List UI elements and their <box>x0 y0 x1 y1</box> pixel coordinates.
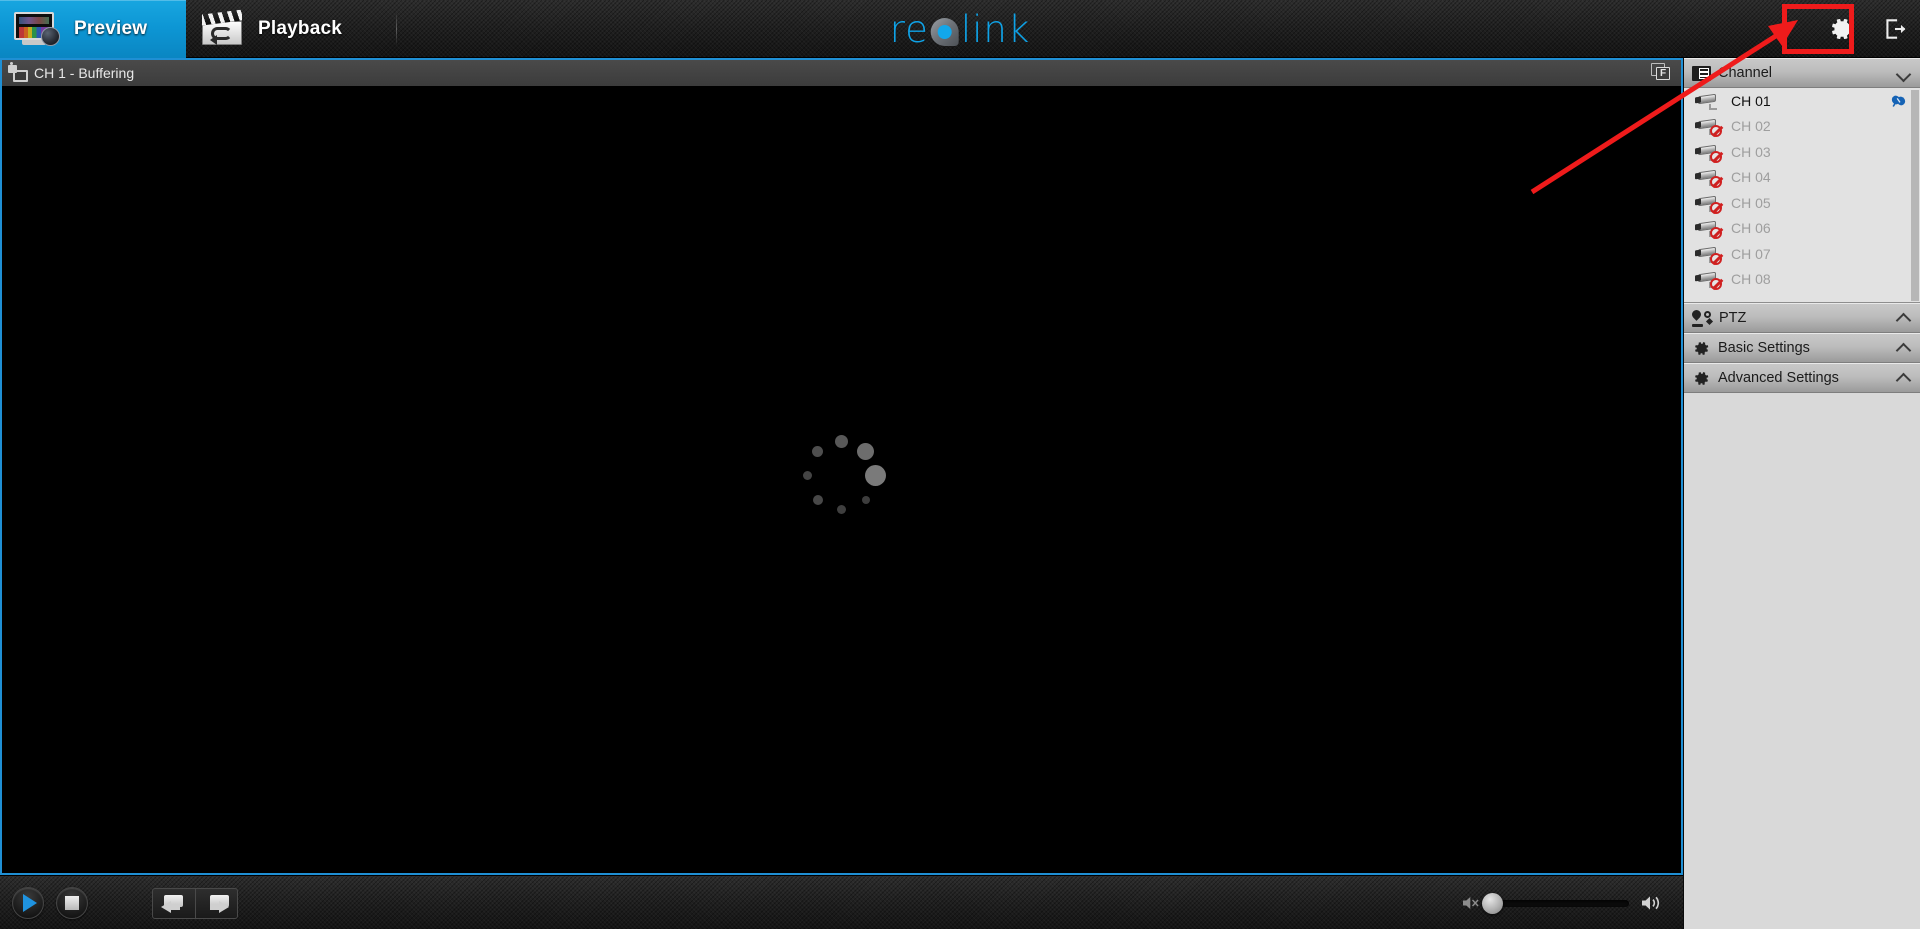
camera-disabled-icon <box>1695 219 1722 240</box>
buffering-spinner <box>797 435 887 525</box>
gear-icon <box>1832 18 1853 40</box>
stop-button[interactable] <box>56 887 88 919</box>
channel-list-item[interactable]: CH 05 <box>1684 190 1920 216</box>
sidebar-section-basic-settings-label: Basic Settings <box>1718 340 1810 356</box>
sidebar-section-ptz[interactable]: PTZ <box>1684 303 1920 333</box>
previous-page-button[interactable] <box>153 889 195 918</box>
channel-list-scrollbar[interactable] <box>1911 90 1919 301</box>
channel-list-item-label: CH 08 <box>1731 271 1771 288</box>
spinner-dot <box>837 505 846 514</box>
tab-playback-label: Playback <box>258 18 342 39</box>
playback-control-bar <box>0 875 1683 929</box>
tab-preview[interactable]: Preview <box>0 0 186 58</box>
speaker-muted-icon[interactable] <box>1461 894 1481 912</box>
page-right-arrow-icon <box>203 894 230 913</box>
spinner-dot <box>812 446 823 457</box>
camera-icon <box>1695 92 1721 110</box>
top-navigation-bar: Preview Playback re link <box>0 0 1920 58</box>
reolink-client-window: Preview Playback re link CH 1 - Bufferin… <box>0 0 1920 929</box>
channel-list-item[interactable]: CH 04 <box>1684 165 1920 191</box>
sidebar-section-basic-settings[interactable]: Basic Settings <box>1684 333 1920 363</box>
spinner-dot <box>865 465 886 486</box>
video-panel: CH 1 - Buffering F <box>0 58 1683 875</box>
channel-list-item[interactable]: CH 01 <box>1684 88 1920 114</box>
logo-text-left: re <box>889 7 929 51</box>
video-canvas[interactable] <box>2 86 1681 873</box>
channel-list-item[interactable]: CH 06 <box>1684 216 1920 242</box>
gear-double-icon <box>1692 369 1711 388</box>
channel-list-item-label: CH 07 <box>1731 245 1771 262</box>
video-panel-header: CH 1 - Buffering F <box>2 60 1681 86</box>
plug-connected-icon <box>1891 95 1906 108</box>
camera-disabled-icon <box>1695 168 1722 189</box>
channel-list-item[interactable]: CH 07 <box>1684 241 1920 267</box>
sidebar-section-channel[interactable]: Channel <box>1684 58 1920 88</box>
spinner-dot <box>803 471 812 480</box>
sidebar-section-channel-label: Channel <box>1718 65 1773 81</box>
channel-list-item-label: CH 04 <box>1731 169 1771 186</box>
page-left-arrow-icon <box>160 894 187 913</box>
channel-list-item[interactable]: CH 02 <box>1684 114 1920 140</box>
volume-slider-knob[interactable] <box>1482 893 1503 914</box>
channel-list-item[interactable]: CH 08 <box>1684 267 1920 293</box>
list-icon <box>1692 65 1711 81</box>
sidebar-section-advanced-settings-label: Advanced Settings <box>1718 370 1839 386</box>
tab-preview-label: Preview <box>74 18 148 39</box>
play-triangle-icon <box>22 894 37 912</box>
channel-list-item-label: CH 02 <box>1731 118 1771 135</box>
channel-list-item-label: CH 01 <box>1731 92 1771 109</box>
chevron-up-icon <box>1896 313 1912 323</box>
logout-arrow-icon <box>1886 19 1906 39</box>
spinner-dot <box>812 494 823 505</box>
chevron-up-icon <box>1896 373 1912 383</box>
camera-disabled-icon <box>1695 270 1722 291</box>
monitor-preview-icon <box>14 12 60 46</box>
play-button[interactable] <box>12 887 44 919</box>
settings-gear-button[interactable] <box>1813 0 1871 58</box>
fullscreen-f-icon[interactable]: F <box>1651 63 1673 83</box>
video-title: CH 1 - Buffering <box>34 65 135 81</box>
clapperboard-icon <box>200 9 244 46</box>
camera-disabled-icon <box>1695 245 1722 265</box>
page-nav-group <box>152 888 238 919</box>
camera-disabled-icon <box>1695 143 1722 163</box>
stop-square-icon <box>65 896 79 910</box>
channel-list-item-label: CH 05 <box>1731 194 1771 211</box>
channel-list-item[interactable]: CH 03 <box>1684 139 1920 165</box>
logo-text-right: link <box>960 7 1031 51</box>
volume-slider-track[interactable] <box>1488 900 1629 907</box>
channel-monitor-icon <box>8 61 28 82</box>
sidebar-section-advanced-settings[interactable]: Advanced Settings <box>1684 363 1920 393</box>
channel-list-item-label: CH 03 <box>1731 143 1771 160</box>
logout-button[interactable] <box>1870 0 1920 58</box>
chevron-up-icon <box>1896 343 1912 353</box>
fullscreen-letter: F <box>1656 67 1670 80</box>
tab-divider <box>396 13 397 45</box>
right-sidebar: Channel CH 01 CH 02 CH 03 CH 04 CH 05 CH 06 CH… <box>1683 58 1920 929</box>
gear-icon <box>1692 339 1711 358</box>
channel-list: CH 01 CH 02 CH 03 CH 04 CH 05 CH 06 CH 07 CH 08 <box>1684 88 1920 303</box>
channel-list-item-label: CH 06 <box>1731 220 1771 237</box>
ptz-joystick-icon <box>1690 307 1714 327</box>
spinner-dot <box>857 443 874 460</box>
spinner-dot <box>861 495 870 504</box>
reolink-logo: re link <box>890 0 1031 58</box>
sidebar-section-ptz-label: PTZ <box>1719 310 1747 326</box>
chevron-down-icon <box>1896 68 1912 78</box>
spinner-dot <box>835 435 848 448</box>
tab-playback[interactable]: Playback <box>186 0 382 58</box>
camera-disabled-icon <box>1695 117 1722 138</box>
logo-lens-glyph <box>930 18 959 46</box>
camera-disabled-icon <box>1695 194 1722 214</box>
speaker-on-icon[interactable] <box>1640 893 1662 913</box>
next-page-button[interactable] <box>194 889 237 918</box>
